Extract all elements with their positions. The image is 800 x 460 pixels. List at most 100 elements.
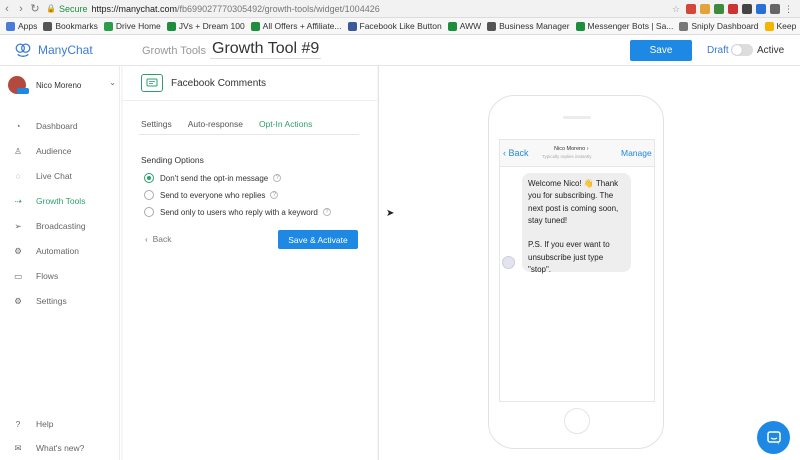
bookmark-item[interactable]: Apps (6, 21, 37, 31)
menu-icon[interactable]: ⋮ (784, 4, 794, 14)
bookmark-label: AWW (459, 21, 482, 31)
automation-icon: ⚙ (14, 245, 22, 256)
sending-option[interactable]: Don't send the opt-in message? (144, 173, 282, 183)
phone-screen: ‹ Back Nico Moreno › Typically replies i… (499, 139, 655, 402)
back-link[interactable]: ‹ Back (145, 234, 171, 244)
bookmark-label: Apps (18, 21, 38, 31)
option-label: Don't send the opt-in message (160, 173, 269, 183)
bookmark-item[interactable]: All Offers + Affiliate... (250, 21, 342, 31)
gmail-icon[interactable] (686, 3, 696, 14)
bookmark-item[interactable]: Keep (764, 21, 796, 31)
extension-icon[interactable] (756, 3, 766, 14)
star-icon[interactable]: ☆ (672, 4, 682, 14)
bookmark-label: Sniply Dashboard (691, 21, 759, 31)
gauge-icon: ◔ (15, 121, 21, 131)
contact-status: Typically replies instantly (542, 154, 592, 159)
extension-icon[interactable] (714, 3, 724, 14)
brand-name: ManyChat (38, 43, 93, 57)
pro-badge (17, 88, 29, 94)
extension-icon[interactable] (728, 3, 738, 14)
sidebar-item-automation[interactable]: ⚙ Automation (12, 245, 79, 257)
sending-option[interactable]: Send to everyone who replies? (144, 190, 279, 200)
support-chat-button[interactable] (757, 421, 790, 454)
bookmark-item[interactable]: Bookmarks (43, 21, 98, 31)
chat-icon: ◌ (15, 171, 21, 181)
bookmark-item[interactable]: Facebook Like Button (347, 21, 442, 31)
extension-icon[interactable] (700, 3, 710, 14)
save-activate-button[interactable]: Save & Activate (278, 230, 358, 249)
bookmark-label: Bookmarks (55, 21, 98, 31)
radio-button[interactable] (144, 173, 154, 183)
sidebar-item-label: Automation (36, 246, 79, 256)
bookmark-icon (166, 21, 176, 31)
extension-icon[interactable] (770, 3, 780, 14)
bookmark-item[interactable]: Messenger Bots | Sa... (575, 21, 673, 31)
bookmark-item[interactable]: Business Manager (487, 21, 570, 31)
sidebar-item-growth-tools[interactable]: ⇢ Growth Tools (12, 195, 85, 207)
comment-icon (141, 74, 163, 92)
bookmark-item[interactable]: Sniply Dashboard (679, 21, 759, 31)
forward-arrow-icon[interactable]: › (14, 3, 28, 15)
bookmark-item[interactable]: AWW (447, 21, 482, 31)
radio-button[interactable] (144, 190, 154, 200)
messenger-header: ‹ Back Nico Moreno › Typically replies i… (500, 140, 654, 167)
sidebar-item-label: Flows (36, 271, 59, 281)
widget-tabs: Settings Auto-response Opt-In Actions (141, 119, 328, 135)
sidebar-item-dashboard[interactable]: ◔ Dashboard (12, 120, 77, 132)
gear-icon: ⚙ (14, 295, 22, 306)
back-arrow-icon[interactable]: ‹ (0, 3, 14, 15)
help-icon[interactable]: ? (270, 191, 279, 199)
sidebar-item-settings[interactable]: ⚙ Settings (12, 295, 67, 307)
sidebar-item-label: Growth Tools (36, 196, 86, 206)
chevron-right-icon: › (197, 44, 201, 56)
sidebar-item-flows[interactable]: ▭ Flows (12, 270, 58, 282)
radio-button[interactable] (144, 207, 154, 217)
bookmark-icon (575, 21, 585, 31)
help-icon: ? (15, 419, 21, 429)
extension-icon[interactable] (742, 3, 752, 14)
growth-icon: ⇢ (14, 195, 22, 206)
bookmark-item[interactable]: Drive Home (103, 21, 161, 31)
active-toggle[interactable] (731, 44, 753, 56)
widget-name: Facebook Comments (171, 77, 267, 89)
bookmark-item[interactable]: JVs + Dream 100 (166, 21, 245, 31)
send-icon: ➢ (14, 220, 22, 231)
person-icon: ♙ (14, 145, 22, 156)
sidebar-item-help[interactable]: ? Help (12, 418, 54, 430)
bookmarks-bar: Apps Bookmarks Drive Home JVs + Dream 100 Al… (0, 18, 800, 35)
back-label: Back (152, 234, 172, 244)
browser-address-bar: ‹ › ↻ 🔒 Secure https://manychat.com /fb6… (0, 0, 800, 18)
contact-name: Nico Moreno › (554, 146, 589, 152)
tab-settings[interactable]: Settings (141, 119, 172, 135)
bookmark-icon (487, 21, 497, 31)
preview-back-label: Back (508, 148, 529, 158)
save-button[interactable]: Save (630, 40, 692, 61)
sidebar-item-what-s-new[interactable]: ✉ What's new? (12, 442, 84, 454)
bookmark-label: All Offers + Affiliate... (262, 21, 342, 31)
reload-icon[interactable]: ↻ (28, 2, 42, 15)
sidebar-item-live-chat[interactable]: ◌ Live Chat (12, 170, 71, 182)
sending-option[interactable]: Send only to users who reply with a keyw… (144, 207, 331, 217)
sidebar-item-broadcasting[interactable]: ➢ Broadcasting (12, 220, 85, 232)
phone-home-button (564, 408, 590, 434)
phone-preview: ‹ Back Nico Moreno › Typically replies i… (488, 95, 664, 449)
url-field[interactable]: 🔒 Secure https://manychat.com /fb6990277… (46, 2, 606, 16)
user-menu[interactable]: Nico Moreno ⌄ (8, 76, 120, 94)
message-bubble: Welcome Nico! 👋 Thank you for subscribin… (522, 173, 631, 274)
bookmark-icon (347, 21, 357, 31)
news-icon: ✉ (14, 442, 22, 453)
tab-opt-in-actions[interactable]: Opt-In Actions (259, 119, 313, 135)
section-title: Sending Options (141, 155, 204, 165)
folder-icon: ▭ (13, 270, 23, 281)
brand[interactable]: ManyChat (14, 41, 93, 59)
help-icon[interactable]: ? (322, 208, 331, 216)
bookmark-label: JVs + Dream 100 (178, 21, 245, 31)
page-title[interactable]: Growth Tool #9 (210, 40, 322, 59)
bookmark-icon (447, 21, 457, 31)
preview-back-link: ‹ Back (503, 148, 529, 158)
widget-panel: Facebook Comments Settings Auto-response O… (121, 66, 394, 460)
tab-auto-response[interactable]: Auto-response (188, 119, 243, 135)
help-icon[interactable]: ? (273, 174, 282, 182)
bookmark-icon (679, 21, 689, 31)
sidebar-item-audience[interactable]: ♙ Audience (12, 145, 71, 157)
